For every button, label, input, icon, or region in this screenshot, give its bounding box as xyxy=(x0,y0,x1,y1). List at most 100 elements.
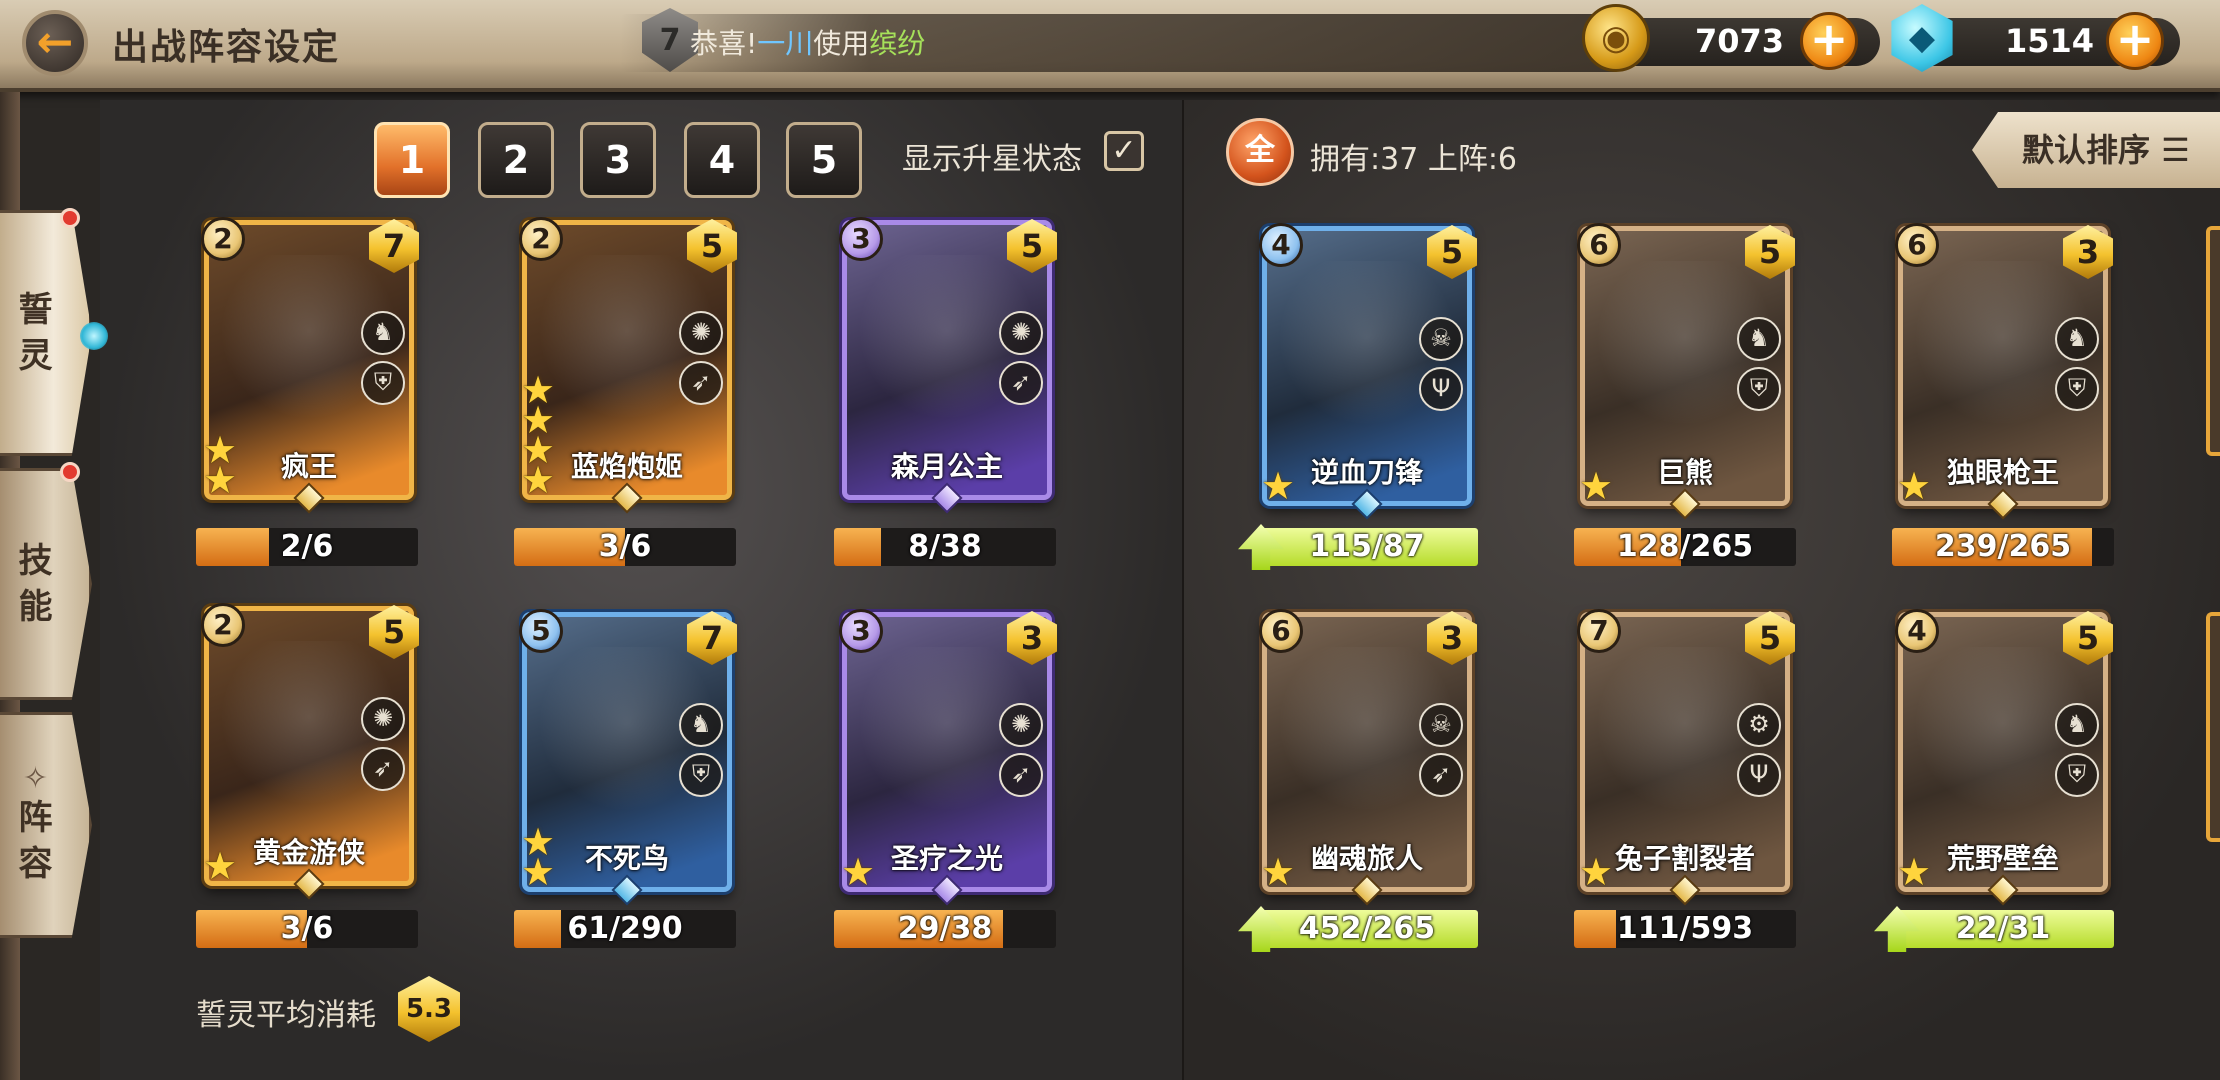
arrow-left-icon: ← xyxy=(36,17,74,68)
progress-text: 3/6 xyxy=(598,529,652,564)
card-progress-bar: 239/265 xyxy=(1892,528,2114,566)
deck-slot-4[interactable]: 4 xyxy=(684,122,760,198)
card-name: 逆血刀锋 xyxy=(1310,456,1423,489)
progress-text: 115/87 xyxy=(1309,529,1425,564)
cost-badge: 3 xyxy=(839,217,883,261)
trident-icon: Ψ xyxy=(1419,367,1463,411)
collection-card[interactable]: 7 5 ⚙ Ψ ★ 兔子割裂者 xyxy=(1577,609,1795,906)
lion-icon: ♞ xyxy=(2055,317,2099,361)
card-progress-bar: 111/593 xyxy=(1574,910,1796,948)
deck-slot-5[interactable]: 5 xyxy=(786,122,862,198)
deck-card[interactable]: 5 7 ♞ ⛨ ★ ★ 不死鸟 xyxy=(519,609,737,906)
card-progress-bar: 29/38 xyxy=(834,910,1056,948)
back-button[interactable]: ← xyxy=(22,10,88,76)
progress-text: 111/593 xyxy=(1616,911,1754,946)
top-bar: ← 出战阵容设定 7 恭喜!一川使用缤纷 ◉ 7073 + ◆ 1514 + xyxy=(0,0,2220,92)
skull-icon: ☠ xyxy=(1419,703,1463,747)
formation-icon: ✧ xyxy=(22,761,49,796)
lion-icon: ♞ xyxy=(1737,317,1781,361)
progress-text: 8/38 xyxy=(908,529,982,564)
collection-card[interactable]: 6 5 ♞ ⛨ ★ 巨熊 xyxy=(1577,223,1795,520)
card-progress-bar: 452/265 xyxy=(1256,910,1478,948)
deck-slot-1[interactable]: 1 xyxy=(374,122,450,198)
shield-icon: ⛨ xyxy=(679,753,723,797)
card-name: 兔子割裂者 xyxy=(1614,842,1755,875)
card-name: 不死鸟 xyxy=(584,842,669,875)
progress-text: 29/38 xyxy=(897,911,993,946)
sort-button[interactable]: 默认排序 ☰ xyxy=(1972,112,2220,188)
collection-card[interactable]: 4 5 ☠ Ψ ★ 逆血刀锋 xyxy=(1259,223,1477,520)
card-progress-bar: 115/87 xyxy=(1256,528,1478,566)
tab-skills-label-2: 能 xyxy=(18,587,53,627)
card-name: 荒野壁垒 xyxy=(1946,842,2059,875)
cost-badge: 6 xyxy=(1259,609,1303,653)
marquee-mid: 使用 xyxy=(813,27,870,60)
card-name: 黄金游侠 xyxy=(252,836,365,869)
progress-text: 3/6 xyxy=(280,911,334,946)
lion-icon: ♞ xyxy=(2055,703,2099,747)
deck-card[interactable]: 2 5 ✺ ➶ ★ ★ ★ ★ 蓝焰炮姬 xyxy=(519,217,737,514)
cost-badge: 2 xyxy=(201,217,245,261)
collection-card[interactable]: 6 3 ♞ ⛨ ★ 独眼枪王 xyxy=(1895,223,2113,520)
deck-slot-2[interactable]: 2 xyxy=(478,122,554,198)
deck-card[interactable]: 3 5 ✺ ➶ 森月公主 xyxy=(839,217,1057,514)
cost-badge: 4 xyxy=(1259,223,1303,267)
shield-icon: ⛨ xyxy=(1737,367,1781,411)
collection-card-partial[interactable] xyxy=(2206,612,2220,842)
gem-value: 1514 xyxy=(2004,22,2094,60)
collection-card[interactable]: 6 3 ☠ ➶ ★ 幽魂旅人 xyxy=(1259,609,1477,906)
cost-badge: 2 xyxy=(201,603,245,647)
shield-icon: ⛨ xyxy=(361,361,405,405)
flame-icon: ✺ xyxy=(999,703,1043,747)
flame-icon: ✺ xyxy=(361,697,405,741)
sort-label: 默认排序 xyxy=(2022,131,2151,169)
bow-icon: ➶ xyxy=(679,361,723,405)
cost-badge: 2 xyxy=(519,217,563,261)
tab-formation[interactable]: ✧ 阵 容 xyxy=(0,712,92,938)
deck-slot-3[interactable]: 3 xyxy=(580,122,656,198)
active-tab-indicator xyxy=(80,322,108,350)
tab-formation-label-2: 容 xyxy=(18,844,53,884)
card-name: 森月公主 xyxy=(890,450,1003,483)
deck-card[interactable]: 2 7 ♞ ⛨ ★ ★ 疯王 xyxy=(201,217,419,514)
card-progress-bar: 22/31 xyxy=(1892,910,2114,948)
shield-icon: ⛨ xyxy=(2055,753,2099,797)
card-progress-bar: 128/265 xyxy=(1574,528,1796,566)
tab-heroes-label-1: 誓 xyxy=(18,290,53,330)
lion-icon: ♞ xyxy=(679,703,723,747)
tab-formation-label-1: 阵 xyxy=(18,798,53,838)
card-progress-bar: 8/38 xyxy=(834,528,1056,566)
deck-card[interactable]: 3 3 ✺ ➶ ★ 圣疗之光 xyxy=(839,609,1057,906)
list-icon: ☰ xyxy=(2161,131,2190,169)
bow-icon: ➶ xyxy=(1419,753,1463,797)
card-name: 巨熊 xyxy=(1656,456,1713,489)
progress-text: 452/265 xyxy=(1298,911,1436,946)
show-star-status-label: 显示升星状态 xyxy=(902,142,1082,177)
tab-skills[interactable]: 技 能 xyxy=(0,468,92,700)
show-star-status-checkbox[interactable]: ✓ xyxy=(1104,131,1144,171)
card-progress-bar: 61/290 xyxy=(514,910,736,948)
notification-dot xyxy=(60,462,80,482)
deck-card[interactable]: 2 5 ✺ ➶ ★ 黄金游侠 xyxy=(201,603,419,900)
add-gems-button[interactable]: + xyxy=(2106,12,2164,70)
card-progress-bar: 3/6 xyxy=(196,910,418,948)
card-name: 疯王 xyxy=(280,450,337,483)
notification-dot xyxy=(60,208,80,228)
add-gold-button[interactable]: + xyxy=(1800,12,1858,70)
collection-card-partial[interactable] xyxy=(2206,226,2220,456)
filter-all-button[interactable]: 全 xyxy=(1226,118,1294,186)
tab-heroes-label-2: 灵 xyxy=(18,336,53,376)
marquee-prefix: 恭喜! xyxy=(690,27,758,60)
card-name: 蓝焰炮姬 xyxy=(570,450,683,483)
average-cost-label: 誓灵平均消耗 xyxy=(196,998,376,1033)
card-name: 独眼枪王 xyxy=(1946,456,2059,489)
cost-badge: 6 xyxy=(1577,223,1621,267)
collection-card[interactable]: 4 5 ♞ ⛨ ★ 荒野壁垒 xyxy=(1895,609,2113,906)
flame-icon: ✺ xyxy=(999,311,1043,355)
cost-badge: 4 xyxy=(1895,609,1939,653)
owned-count: 拥有:37 上阵:6 xyxy=(1310,142,1518,177)
tab-heroes[interactable]: 誓 灵 xyxy=(0,210,92,456)
bow-icon: ➶ xyxy=(999,361,1043,405)
cost-badge: 6 xyxy=(1895,223,1939,267)
shield-icon: ⛨ xyxy=(2055,367,2099,411)
